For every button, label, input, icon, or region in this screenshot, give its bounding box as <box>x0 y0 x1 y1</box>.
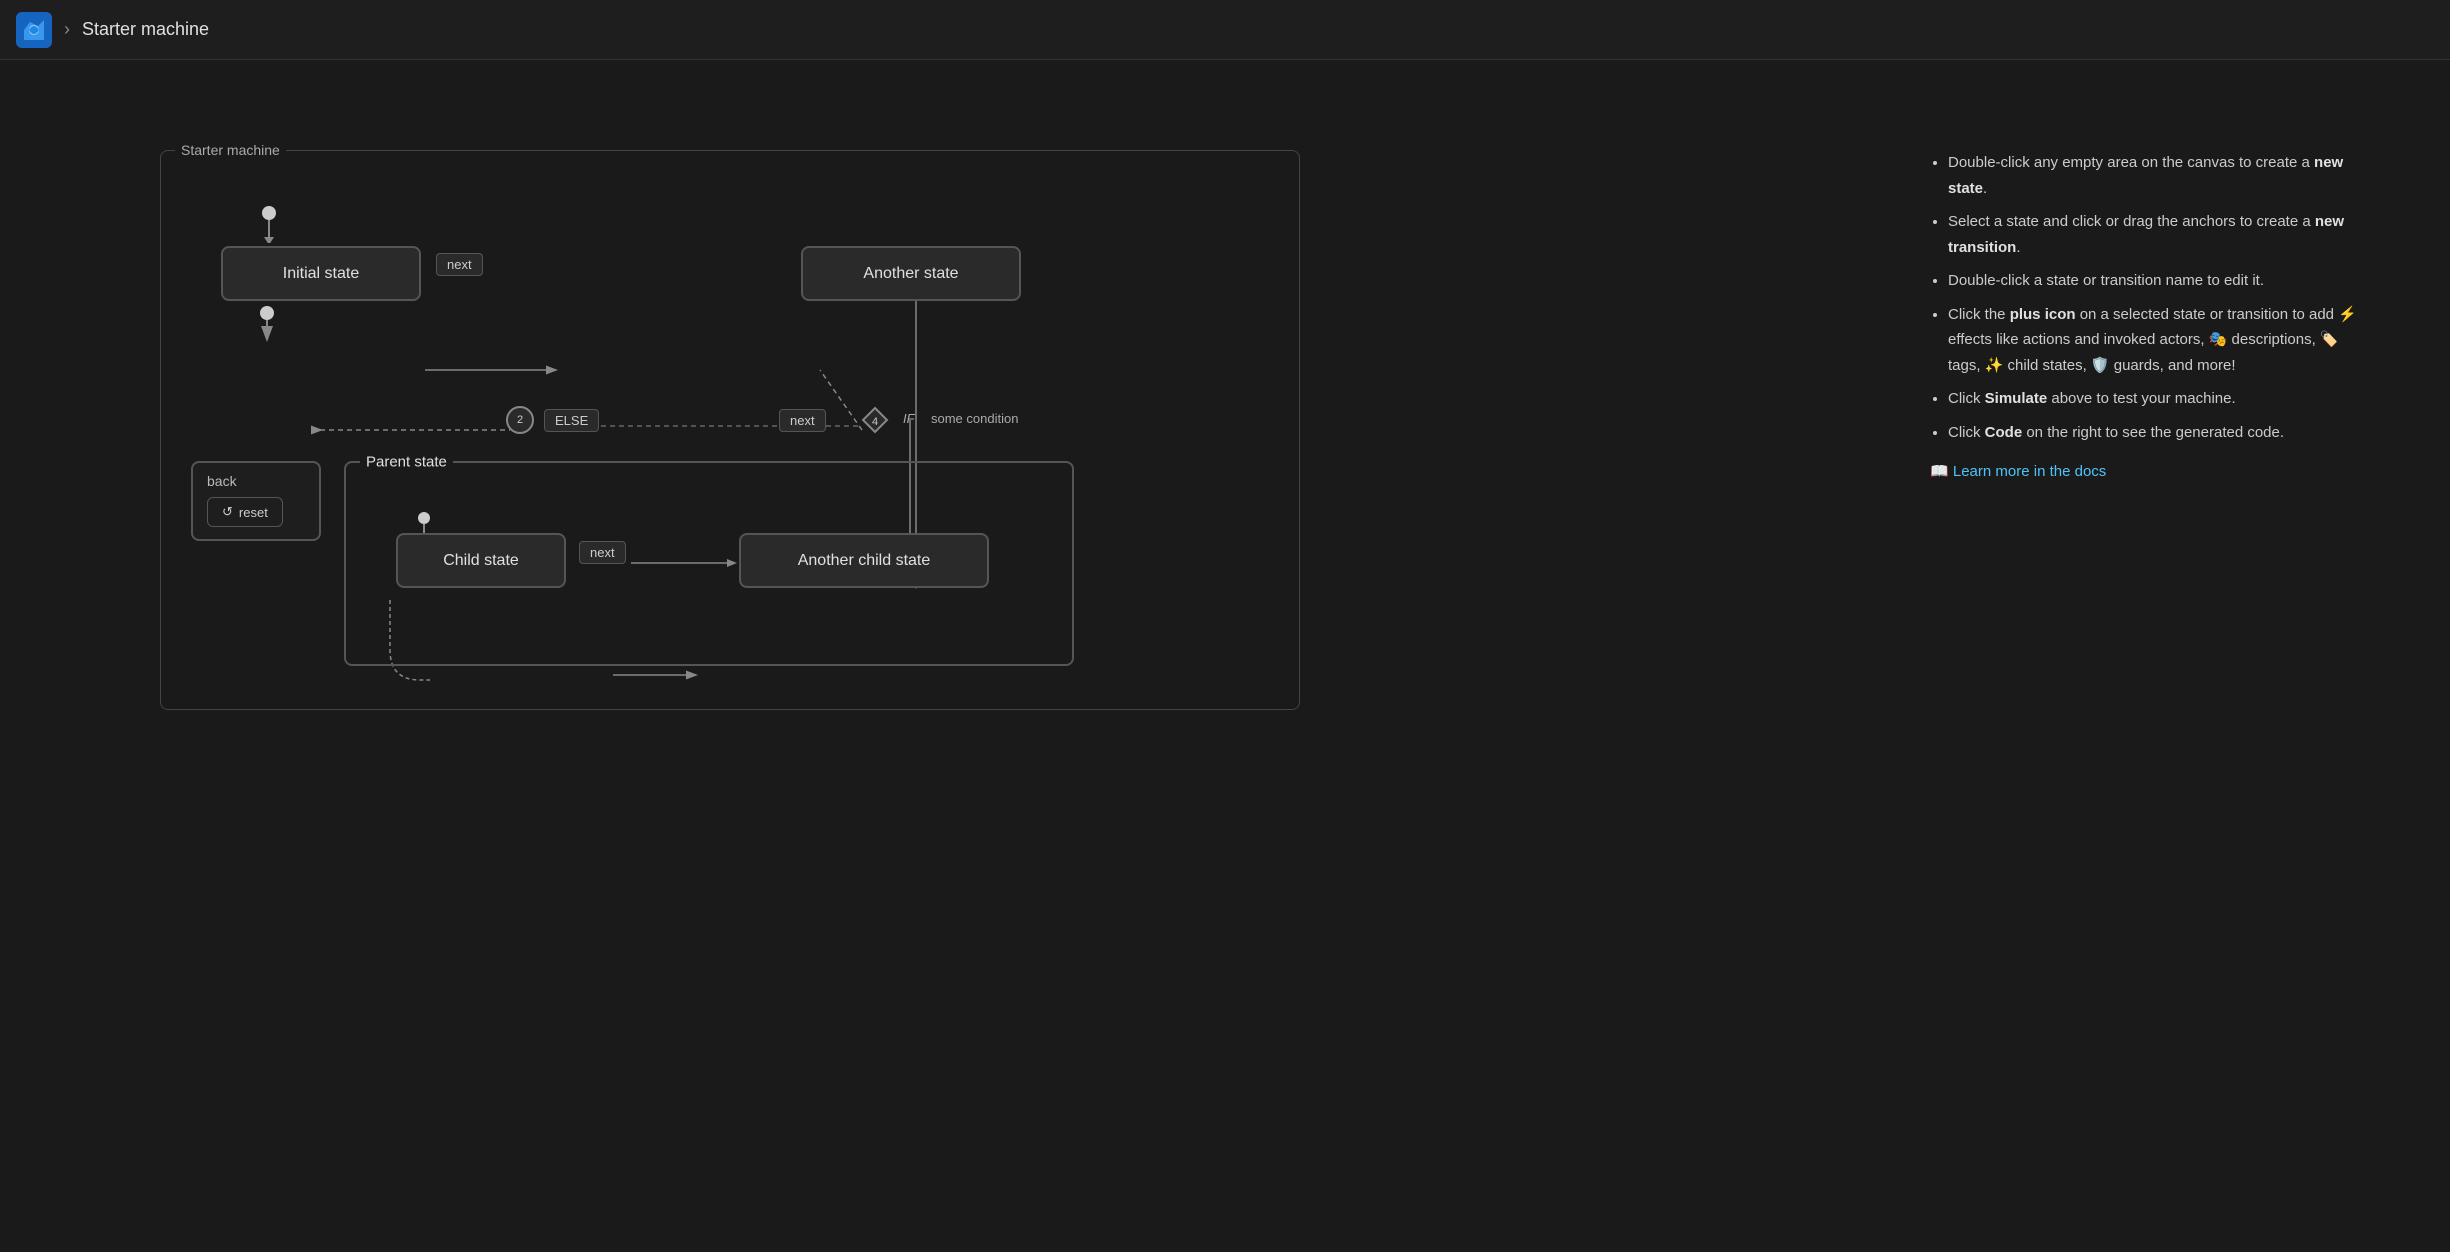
info-item-6: Click Code on the right to see the gener… <box>1948 420 2370 446</box>
info-item-5: Click Simulate above to test your machin… <box>1948 386 2370 412</box>
initial-indicator <box>257 203 287 243</box>
transition-next-child[interactable]: next <box>579 541 626 564</box>
another-state-label: Another state <box>863 265 958 283</box>
another-child-state-label: Another child state <box>798 552 931 570</box>
info-panel: Double-click any empty area on the canva… <box>1930 150 2370 485</box>
condition-text: some condition <box>931 411 1018 426</box>
another-state-node[interactable]: Another state <box>801 246 1021 301</box>
topbar-chevron: › <box>64 19 70 40</box>
info-item-4: Click the plus icon on a selected state … <box>1948 302 2370 379</box>
child-state-label: Child state <box>443 552 519 570</box>
child-state-node[interactable]: Child state <box>396 533 566 588</box>
badge-2: 2 <box>506 406 534 434</box>
transition-else[interactable]: ELSE <box>544 409 599 432</box>
parent-state-label: Parent state <box>360 454 453 471</box>
main-canvas[interactable]: Starter machine Initial state next Anoth… <box>0 60 2450 1252</box>
if-label: IF <box>903 411 915 426</box>
machine-label: Starter machine <box>175 142 286 158</box>
badge-diamond-4: 4 <box>861 406 889 434</box>
docs-link-container: 📖 Learn more in the docs <box>1930 459 2370 485</box>
reset-icon: ↺ <box>222 504 233 520</box>
back-box: back ↺ reset <box>191 461 321 541</box>
info-item-2: Select a state and click or drag the anc… <box>1948 209 2370 260</box>
docs-emoji: 📖 <box>1930 463 1953 480</box>
docs-link[interactable]: Learn more in the docs <box>1953 463 2106 480</box>
initial-state-node[interactable]: Initial state <box>221 246 421 301</box>
initial-state-label: Initial state <box>283 265 359 283</box>
topbar-title: Starter machine <box>82 19 209 40</box>
transition-next-before-diamond[interactable]: next <box>779 409 826 432</box>
reset-button[interactable]: ↺ reset <box>207 497 283 527</box>
topbar: › Starter machine <box>0 0 2450 60</box>
svg-text:4: 4 <box>872 416 878 428</box>
info-item-1: Double-click any empty area on the canva… <box>1948 150 2370 201</box>
another-child-state-node[interactable]: Another child state <box>739 533 989 588</box>
back-label: back <box>207 473 305 489</box>
info-item-3: Double-click a state or transition name … <box>1948 268 2370 294</box>
parent-state-node[interactable]: Parent state Child state next <box>344 461 1074 666</box>
transition-next-1[interactable]: next <box>436 253 483 276</box>
app-logo[interactable] <box>16 12 52 48</box>
machine-container: Starter machine Initial state next Anoth… <box>160 150 1300 710</box>
